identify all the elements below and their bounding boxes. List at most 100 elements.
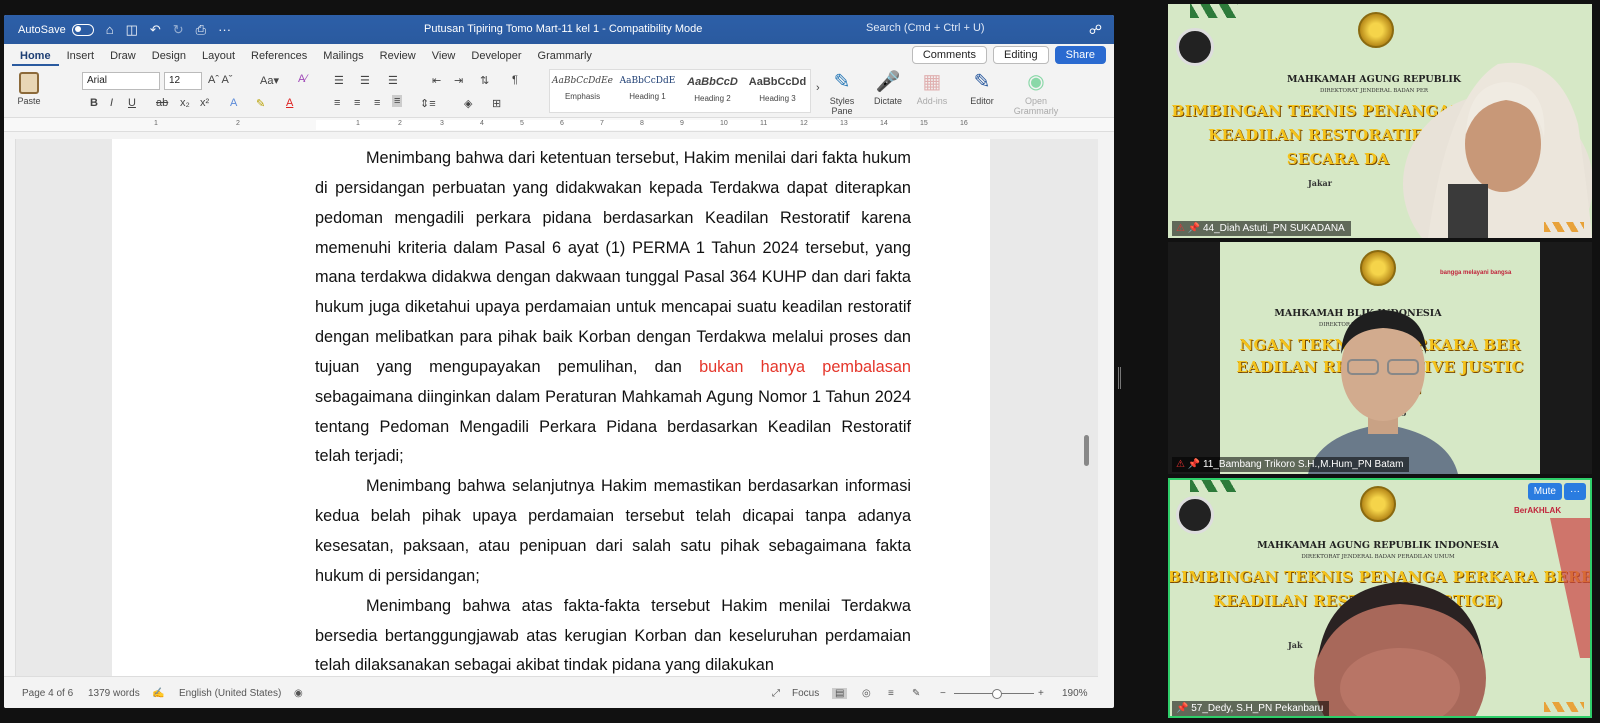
language-status[interactable]: English (United States) <box>179 688 281 699</box>
horizontal-ruler[interactable]: 1 2 1 2 3 4 5 6 7 8 9 10 11 12 13 14 15 … <box>4 118 1114 132</box>
bullets-icon[interactable]: ☰ <box>334 74 344 87</box>
save-icon[interactable]: ◫ <box>126 22 138 38</box>
font-name-select[interactable]: Arial <box>82 72 160 90</box>
style-heading-3[interactable]: AaBbCcDd Heading 3 <box>745 70 810 112</box>
change-case-icon[interactable]: Aa▾ <box>260 74 279 87</box>
autosave-toggle[interactable] <box>71 23 94 36</box>
accessibility-icon[interactable]: ✍ <box>152 688 164 699</box>
clear-format-icon[interactable]: A∕ <box>298 73 307 85</box>
open-grammarly-button[interactable]: ◉ Open Grammarly <box>1010 70 1062 116</box>
tab-design[interactable]: Design <box>144 50 194 66</box>
editing-button[interactable]: Editing <box>993 46 1049 64</box>
tab-references[interactable]: References <box>243 50 315 66</box>
print-layout-icon[interactable]: ▤ <box>832 688 848 699</box>
focus-button[interactable]: Focus <box>792 688 819 699</box>
document-title[interactable]: Putusan Tipiring Tomo Mart-11 kel 1 - Co… <box>424 23 702 35</box>
tab-grammarly[interactable]: Grammarly <box>530 50 600 66</box>
document-canvas[interactable]: Menimbang bahwa dari ketentuan tersebut,… <box>4 139 1098 676</box>
borders-icon[interactable]: ⊞ <box>492 97 501 110</box>
paragraph[interactable]: Menimbang bahwa dari ketentuan tersebut,… <box>315 144 911 472</box>
paste-button[interactable]: Paste <box>14 72 44 106</box>
superscript-button[interactable]: x² <box>200 97 209 109</box>
word-count[interactable]: 1379 words <box>88 688 140 699</box>
background-object <box>1550 518 1590 658</box>
vertical-ruler[interactable] <box>4 139 16 676</box>
track-icon[interactable]: ◉ <box>294 688 303 699</box>
tab-insert[interactable]: Insert <box>59 50 103 66</box>
vertical-scrollbar-thumb[interactable] <box>1084 435 1089 466</box>
zoom-out-icon[interactable]: − <box>940 688 946 699</box>
align-right-icon[interactable]: ≡ <box>374 97 380 109</box>
increase-indent-icon[interactable]: ⇥ <box>454 74 463 87</box>
dictate-button[interactable]: 🎤 Dictate <box>866 70 910 106</box>
tab-mailings[interactable]: Mailings <box>315 50 371 66</box>
highlight-icon[interactable]: ✎ <box>256 97 265 110</box>
paragraph[interactable]: Menimbang bahwa atas fakta-fakta tersebu… <box>315 592 911 676</box>
multilevel-icon[interactable]: ☰ <box>388 74 398 87</box>
mute-button[interactable]: Mute <box>1527 483 1562 500</box>
style-emphasis[interactable]: AaBbCcDdEe Emphasis <box>550 70 615 112</box>
split-handle[interactable] <box>1118 367 1121 389</box>
participant-name: ⚠ 📌 44_Diah Astuti_PN SUKADANA <box>1172 221 1351 236</box>
tab-view[interactable]: View <box>424 50 464 66</box>
outline-icon[interactable]: ≡ <box>888 688 894 699</box>
page-count[interactable]: Page 4 of 6 <box>22 688 73 699</box>
bold-button[interactable]: B <box>90 97 98 109</box>
undo-icon[interactable]: ↶ <box>150 22 161 38</box>
video-tile-3[interactable]: BerAKHLAK MAHKAMAH AGUNG REPUBLIK INDONE… <box>1168 478 1592 718</box>
tab-review[interactable]: Review <box>372 50 424 66</box>
align-left-icon[interactable]: ≡ <box>334 97 340 109</box>
status-bar: Page 4 of 6 1379 words ✍ English (United… <box>4 676 1098 708</box>
more-options-button[interactable]: ··· <box>1564 483 1586 500</box>
line-spacing-icon[interactable]: ⇕≡ <box>420 97 436 110</box>
style-heading-1[interactable]: AaBbCcDdE Heading 1 <box>615 70 680 112</box>
text-effects-icon[interactable]: A <box>230 97 237 109</box>
addins-button[interactable]: ▦ Add-ins <box>910 70 954 106</box>
decrease-indent-icon[interactable]: ⇤ <box>432 74 441 87</box>
video-tile-2[interactable]: bangga melayani bangsa MAHKAMAH BLIK IND… <box>1168 242 1592 474</box>
participant-video <box>1403 62 1592 238</box>
ruler-text-area <box>316 120 910 130</box>
home-icon[interactable]: ⌂ <box>106 22 114 37</box>
underline-button[interactable]: U <box>128 97 136 109</box>
tab-developer[interactable]: Developer <box>463 50 529 66</box>
pilcrow-icon[interactable]: ¶ <box>512 74 518 86</box>
subscript-button[interactable]: x₂ <box>180 97 190 109</box>
comments-button[interactable]: Comments <box>911 46 987 64</box>
ruler-tick: 12 <box>800 120 808 127</box>
redo-icon[interactable]: ↻ <box>173 22 184 38</box>
document-body[interactable]: Menimbang bahwa dari ketentuan tersebut,… <box>315 144 911 676</box>
numbering-icon[interactable]: ☰ <box>360 74 370 87</box>
italic-button[interactable]: I <box>110 97 113 109</box>
tab-draw[interactable]: Draw <box>102 50 144 66</box>
print-icon[interactable]: ⎙ <box>196 22 206 38</box>
video-tile-1[interactable]: MAHKAMAH AGUNG REPUBLIK DIREKTORAT JENDE… <box>1168 4 1592 238</box>
zoom-slider[interactable] <box>954 689 1034 699</box>
styles-pane-button[interactable]: ✎ Styles Pane <box>820 70 864 116</box>
focus-icon[interactable]: ⤢ <box>772 688 780 699</box>
banner-place: Jak <box>1288 640 1303 650</box>
search-input[interactable]: Search (Cmd + Ctrl + U) <box>866 22 985 34</box>
document-page[interactable]: Menimbang bahwa dari ketentuan tersebut,… <box>112 139 990 676</box>
tab-home[interactable]: Home <box>12 50 59 66</box>
paragraph[interactable]: Menimbang bahwa selanjutnya Hakim memast… <box>315 472 911 591</box>
share-button[interactable]: Share <box>1054 46 1106 64</box>
justify-icon[interactable]: ≡ <box>392 95 403 107</box>
style-heading-2[interactable]: AaBbCcD Heading 2 <box>680 70 745 112</box>
share-link-icon[interactable]: ☍ <box>1089 22 1102 38</box>
font-size-select[interactable]: 12 <box>164 72 202 90</box>
tab-layout[interactable]: Layout <box>194 50 243 66</box>
zoom-level[interactable]: 190% <box>1062 688 1088 699</box>
web-layout-icon[interactable]: ◎ <box>862 688 871 699</box>
ruler-tick: 7 <box>600 120 604 127</box>
zoom-in-icon[interactable]: + <box>1038 688 1044 699</box>
align-center-icon[interactable]: ≡ <box>354 97 360 109</box>
strikethrough-button[interactable]: ab <box>156 97 168 109</box>
draft-icon[interactable]: ✎ <box>912 688 920 699</box>
sort-icon[interactable]: ⇅ <box>480 74 489 87</box>
grow-font-icon[interactable]: Aˆ Aˇ <box>208 74 232 86</box>
editor-button[interactable]: ✎ Editor <box>960 70 1004 106</box>
shading-icon[interactable]: ◈ <box>464 97 472 110</box>
more-icon[interactable]: ··· <box>218 22 231 37</box>
font-color-icon[interactable]: A <box>286 97 293 109</box>
